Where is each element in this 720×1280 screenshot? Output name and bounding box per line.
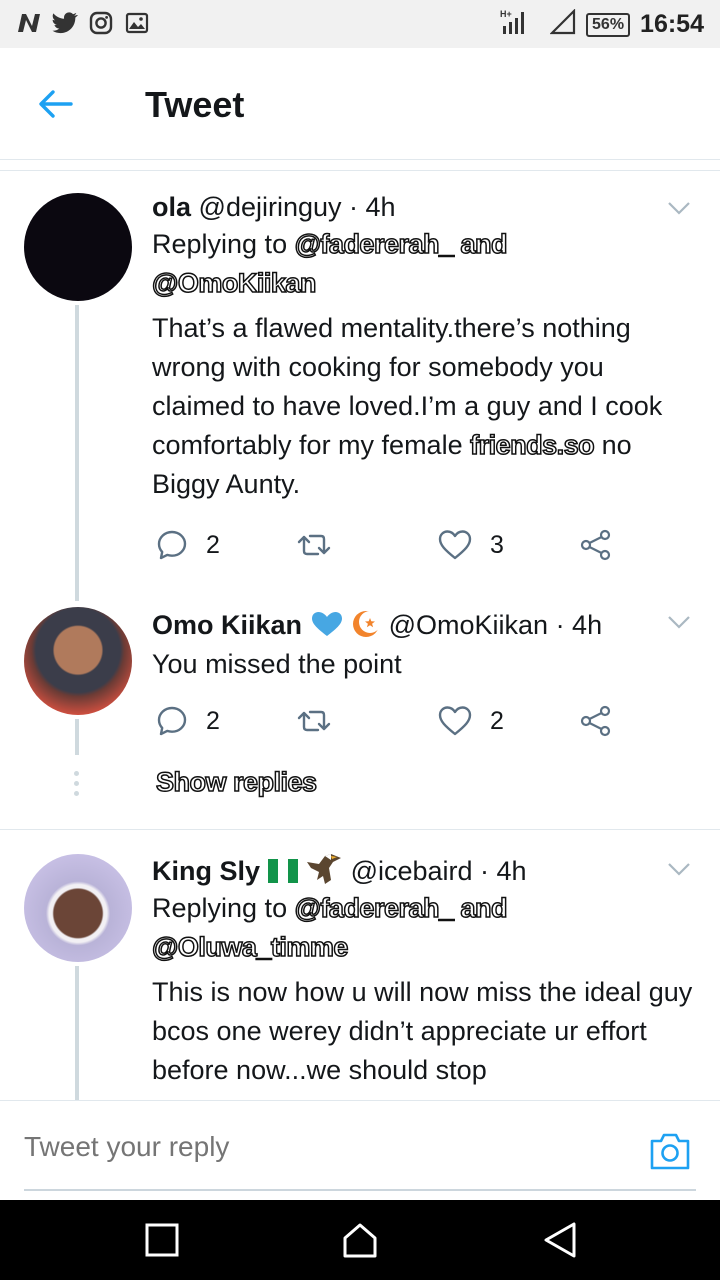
- reply-icon: [157, 706, 187, 736]
- status-time: 16:54: [640, 10, 704, 38]
- app-header: Tweet: [0, 48, 720, 160]
- home-icon[interactable]: [340, 1220, 380, 1260]
- retweet-button[interactable]: [296, 701, 332, 741]
- tweet-text: That’s a flawed mentality.there’s nothin…: [152, 309, 700, 504]
- thread-line: [75, 966, 79, 1100]
- reply-mention-link[interactable]: @OmoKiikan: [151, 267, 317, 299]
- back-button[interactable]: [30, 82, 80, 126]
- blue-heart-emoji-icon: [310, 610, 352, 640]
- svg-text:H+: H+: [500, 9, 512, 19]
- share-icon: [580, 529, 611, 561]
- tweet-time: · 4h: [480, 856, 527, 886]
- avatar[interactable]: [24, 854, 132, 962]
- tweet-author-line: Omo Kiikan @OmoKiikan · 4h: [152, 607, 700, 643]
- retweet-icon: [297, 710, 331, 732]
- author-name[interactable]: Omo Kiikan: [152, 610, 302, 640]
- author-handle[interactable]: @icebaird: [351, 856, 473, 886]
- reply-mention-link[interactable]: @fadererah_ and: [294, 892, 508, 924]
- reply-icon: [157, 530, 187, 560]
- like-count: 2: [490, 706, 504, 735]
- n-app-icon: [16, 10, 42, 36]
- tweet-actions: 2 3: [152, 525, 632, 565]
- nigeria-flag-emoji-icon: [267, 856, 306, 886]
- show-replies-link[interactable]: Show replies: [155, 766, 318, 798]
- reply-button[interactable]: 2: [156, 525, 220, 565]
- share-button[interactable]: [580, 701, 612, 741]
- wifi-signal-icon: [549, 8, 576, 40]
- avatar[interactable]: [24, 607, 132, 715]
- like-button[interactable]: 3: [438, 525, 504, 565]
- thread-line: [75, 719, 79, 755]
- reply-mention-link[interactable]: @Oluwa_timme: [151, 931, 349, 963]
- replying-to-label: Replying to: [152, 893, 288, 923]
- like-count: 3: [490, 530, 504, 559]
- replying-to: Replying to @fadererah_ and @OmoKiikan: [151, 225, 700, 303]
- retweet-button[interactable]: [296, 525, 332, 565]
- chevron-down-icon[interactable]: [666, 195, 692, 221]
- heart-icon: [438, 706, 472, 736]
- back-nav-icon[interactable]: [540, 1220, 580, 1260]
- reply-composer: [0, 1100, 720, 1200]
- tweet-link[interactable]: friends.so: [469, 429, 595, 461]
- share-button[interactable]: [580, 525, 612, 565]
- author-handle[interactable]: @dejiringuy: [199, 192, 342, 222]
- share-icon: [580, 705, 611, 737]
- tweet-text: You missed the point: [152, 649, 402, 679]
- reply-input[interactable]: [24, 1131, 584, 1163]
- status-right: H+ 56% 16:54: [500, 8, 704, 41]
- camera-button[interactable]: [648, 1131, 692, 1173]
- more-replies-dots: [74, 771, 80, 801]
- tweet-time: · 4h: [349, 192, 396, 222]
- crescent-star-emoji-icon: [351, 610, 389, 640]
- twitter-bird-icon: [52, 10, 78, 36]
- tweet-text: This is now how u will now miss the idea…: [152, 977, 693, 1085]
- author-name[interactable]: ola: [152, 192, 191, 222]
- back-arrow-icon: [39, 90, 73, 118]
- tweet-ola[interactable]: ola @dejiringuy · 4h Replying to @fadere…: [0, 171, 720, 601]
- reply-count: 2: [206, 706, 220, 735]
- signal-icon: H+: [500, 8, 540, 41]
- tweet-king-sly[interactable]: King Sly @icebaird · 4h Replying to @fad…: [0, 830, 720, 1100]
- android-nav-bar: [0, 1200, 720, 1280]
- recent-apps-icon[interactable]: [142, 1220, 182, 1260]
- camera-icon: [650, 1133, 690, 1170]
- thread-line: [75, 305, 79, 601]
- author-handle[interactable]: @OmoKiikan: [389, 610, 548, 640]
- instagram-icon: [88, 10, 114, 36]
- status-left-icons: [16, 10, 150, 36]
- retweet-icon: [297, 534, 331, 556]
- replying-to-label: Replying to: [152, 229, 288, 259]
- tweet-author-line: King Sly @icebaird · 4h: [152, 852, 700, 889]
- status-bar: H+ 56% 16:54: [0, 0, 720, 48]
- author-name[interactable]: King Sly: [152, 856, 260, 886]
- replying-to: Replying to @fadererah_ and @Oluwa_timme: [151, 889, 700, 967]
- reply-count: 2: [206, 530, 220, 559]
- tweet-actions: 2 2: [152, 701, 632, 741]
- battery-indicator: 56%: [586, 12, 631, 37]
- tweet-time: · 4h: [555, 610, 603, 640]
- image-icon: [124, 10, 150, 36]
- reply-button[interactable]: 2: [156, 701, 220, 741]
- reply-input-underline: [24, 1189, 696, 1191]
- like-button[interactable]: 2: [438, 701, 504, 741]
- page-title: Tweet: [145, 84, 245, 125]
- tweet-omo-kiikan[interactable]: Omo Kiikan @OmoKiikan · 4h You missed th…: [0, 591, 720, 829]
- chevron-down-icon[interactable]: [666, 856, 692, 882]
- tweet-author-line: ola @dejiringuy · 4h: [152, 189, 700, 225]
- avatar[interactable]: [24, 193, 132, 301]
- reply-mention-link[interactable]: @fadererah_ and: [294, 228, 508, 260]
- chevron-down-icon[interactable]: [666, 609, 692, 635]
- eagle-emoji-icon: [305, 854, 351, 886]
- heart-icon: [438, 530, 472, 560]
